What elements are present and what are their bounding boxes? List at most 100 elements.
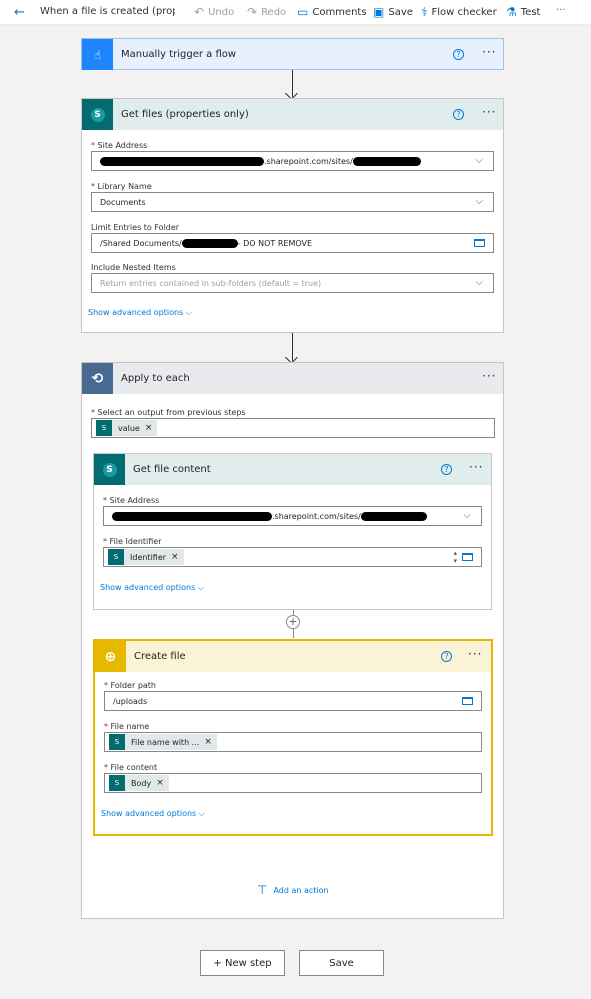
add-an-action-button[interactable]: ⊤ Add an action bbox=[257, 883, 329, 897]
show-advanced-options-link[interactable]: Show advanced options ⌵ bbox=[88, 308, 192, 318]
stepper-icon[interactable]: ▴ ▾ bbox=[453, 549, 457, 565]
close-icon[interactable]: × bbox=[145, 423, 153, 433]
test-button[interactable]: ⚗ Test bbox=[506, 5, 540, 19]
help-icon[interactable]: ? bbox=[441, 651, 452, 662]
back-arrow-icon[interactable]: ← bbox=[14, 6, 25, 19]
apply-to-each-card: ⟲ Apply to each ··· * Select an output f… bbox=[81, 362, 504, 919]
redacted-text bbox=[352, 156, 421, 166]
get-files-header[interactable]: S Get files (properties only) ? ··· bbox=[82, 99, 503, 130]
insert-step-plus-icon[interactable]: + bbox=[286, 615, 300, 629]
limit-folder-input[interactable]: /Shared Documents/ - DO NOT REMOVE bbox=[91, 233, 494, 253]
identifier-token-label: Identifier bbox=[130, 552, 167, 562]
sharepoint-icon: S bbox=[94, 454, 125, 485]
add-an-action-label: Add an action bbox=[273, 885, 329, 895]
connector-arrow bbox=[292, 333, 293, 361]
add-action-icon: ⊤ bbox=[257, 883, 268, 897]
chevron-down-icon[interactable]: ⌵ bbox=[463, 510, 471, 521]
toolbar: ← When a file is created (properti ↶ Und… bbox=[0, 0, 591, 25]
test-label: Test bbox=[520, 6, 541, 18]
site-address-input[interactable]: .sharepoint.com/sites/ ⌵ bbox=[91, 151, 494, 171]
more-options-icon[interactable]: ··· bbox=[469, 460, 483, 474]
loop-icon: ⟲ bbox=[82, 363, 113, 394]
file-content-input[interactable]: S Body × bbox=[104, 773, 482, 793]
comment-icon: ▭ bbox=[297, 5, 309, 19]
apply-to-each-header[interactable]: ⟲ Apply to each ··· bbox=[82, 363, 503, 394]
redo-label: Redo bbox=[261, 6, 287, 18]
show-advanced-options-link[interactable]: Show advanced options ⌵ bbox=[101, 809, 205, 819]
more-options-icon[interactable]: ··· bbox=[482, 45, 496, 59]
file-name-label: * File name bbox=[104, 722, 150, 731]
stethoscope-icon: ⚕ bbox=[421, 5, 428, 19]
help-icon[interactable]: ? bbox=[441, 464, 452, 475]
close-icon[interactable]: × bbox=[156, 778, 164, 788]
chevron-down-icon[interactable]: ⌵ bbox=[475, 196, 483, 207]
limit-folder-suffix: - DO NOT REMOVE bbox=[237, 238, 313, 248]
touch-icon: ☝ bbox=[82, 39, 113, 70]
comments-button[interactable]: ▭ Comments bbox=[297, 5, 367, 19]
save-icon: ▣ bbox=[373, 5, 385, 19]
sharepoint-icon: S bbox=[96, 420, 112, 436]
folder-icon[interactable] bbox=[462, 697, 473, 705]
undo-button[interactable]: ↶ Undo bbox=[194, 5, 234, 19]
file-name-token[interactable]: S File name with ... × bbox=[109, 734, 217, 750]
body-token[interactable]: S Body × bbox=[109, 775, 169, 791]
nested-items-input[interactable]: Return entries contained in sub-folders … bbox=[91, 273, 494, 293]
site-address-value: .sharepoint.com/sites/ bbox=[272, 511, 361, 521]
redacted-text bbox=[360, 511, 427, 521]
more-toolbar-icon[interactable]: ··· bbox=[556, 5, 566, 16]
get-file-content-header[interactable]: S Get file content ? ··· bbox=[94, 454, 491, 485]
sharepoint-icon: S bbox=[109, 734, 125, 750]
limit-folder-prefix: /Shared Documents/ bbox=[100, 238, 182, 248]
identifier-token[interactable]: S Identifier × bbox=[108, 549, 184, 565]
limit-folder-label: Limit Entries to Folder bbox=[91, 223, 180, 232]
library-name-input[interactable]: Documents ⌵ bbox=[91, 192, 494, 212]
body-token-label: Body bbox=[131, 778, 152, 788]
folder-icon[interactable] bbox=[462, 553, 473, 561]
folder-path-label: * Folder path bbox=[104, 681, 156, 690]
folder-path-input[interactable]: /uploads bbox=[104, 691, 482, 711]
save-label: Save bbox=[388, 6, 413, 18]
flow-checker-label: Flow checker bbox=[431, 6, 497, 18]
more-options-icon[interactable]: ··· bbox=[482, 369, 496, 383]
flow-checker-button[interactable]: ⚕ Flow checker bbox=[421, 5, 497, 19]
library-name-label: * Library Name bbox=[91, 182, 152, 191]
connector-arrow bbox=[292, 70, 293, 97]
more-options-icon[interactable]: ··· bbox=[468, 647, 482, 661]
folder-icon[interactable] bbox=[474, 239, 485, 247]
get-file-content-title: Get file content bbox=[133, 464, 211, 475]
flow-title[interactable]: When a file is created (properti bbox=[40, 6, 175, 17]
sharepoint-icon: S bbox=[109, 775, 125, 791]
chevron-down-icon[interactable]: ⌵ bbox=[475, 155, 483, 166]
file-identifier-input[interactable]: S Identifier × ▴ ▾ bbox=[103, 547, 482, 567]
trigger-title: Manually trigger a flow bbox=[121, 49, 237, 60]
new-step-button[interactable]: + New step bbox=[200, 950, 285, 976]
site-address-input[interactable]: .sharepoint.com/sites/ ⌵ bbox=[103, 506, 482, 526]
nested-items-label: Include Nested Items bbox=[91, 263, 176, 272]
save-toolbar-button[interactable]: ▣ Save bbox=[373, 5, 413, 19]
file-name-input[interactable]: S File name with ... × bbox=[104, 732, 482, 752]
help-icon[interactable]: ? bbox=[453, 109, 464, 120]
close-icon[interactable]: × bbox=[171, 552, 179, 562]
redo-icon: ↷ bbox=[247, 5, 258, 19]
select-output-input[interactable]: S value × bbox=[91, 418, 495, 438]
trigger-card[interactable]: ☝ Manually trigger a flow ? ··· bbox=[81, 38, 504, 70]
save-button[interactable]: Save bbox=[299, 950, 384, 976]
create-file-title: Create file bbox=[134, 651, 186, 662]
create-file-header[interactable]: ⊕ Create file ? ··· bbox=[95, 641, 491, 672]
close-icon[interactable]: × bbox=[204, 737, 212, 747]
site-address-value: .sharepoint.com/sites/ bbox=[264, 156, 353, 166]
redo-button[interactable]: ↷ Redo bbox=[247, 5, 286, 19]
chevron-down-icon[interactable]: ⌵ bbox=[475, 277, 483, 288]
show-advanced-options-link[interactable]: Show advanced options ⌵ bbox=[100, 583, 204, 593]
site-address-label: * Site Address bbox=[103, 496, 160, 505]
flask-icon: ⚗ bbox=[506, 5, 517, 19]
apply-to-each-title: Apply to each bbox=[121, 373, 190, 384]
library-name-value: Documents bbox=[100, 197, 146, 207]
value-token[interactable]: S value × bbox=[96, 420, 158, 436]
folder-path-value: /uploads bbox=[113, 696, 148, 706]
undo-icon: ↶ bbox=[194, 5, 205, 19]
redacted-text bbox=[181, 238, 238, 248]
sharepoint-icon: S bbox=[82, 99, 113, 130]
more-options-icon[interactable]: ··· bbox=[482, 105, 496, 119]
help-icon[interactable]: ? bbox=[453, 49, 464, 60]
